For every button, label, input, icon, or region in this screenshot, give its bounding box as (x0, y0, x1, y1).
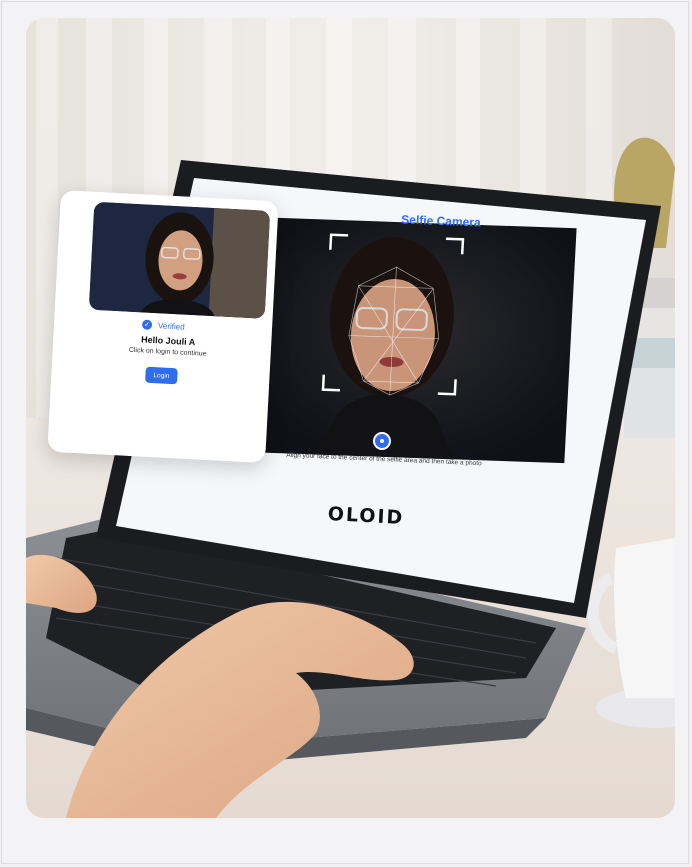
verification-card: ✓ Verified Hello Jouli A Click on login … (47, 190, 279, 464)
image-frame: Selfie Camera Align your face to the cen… (1, 1, 689, 864)
login-button[interactable]: Login (145, 366, 178, 385)
user-photo (88, 201, 271, 319)
verified-status: ✓ Verified (141, 318, 185, 332)
verified-label: Verified (157, 320, 185, 332)
capture-button-icon[interactable] (373, 432, 391, 450)
check-icon: ✓ (141, 319, 153, 330)
user-photo-illustration (88, 201, 271, 319)
login-label: Login (153, 371, 170, 380)
